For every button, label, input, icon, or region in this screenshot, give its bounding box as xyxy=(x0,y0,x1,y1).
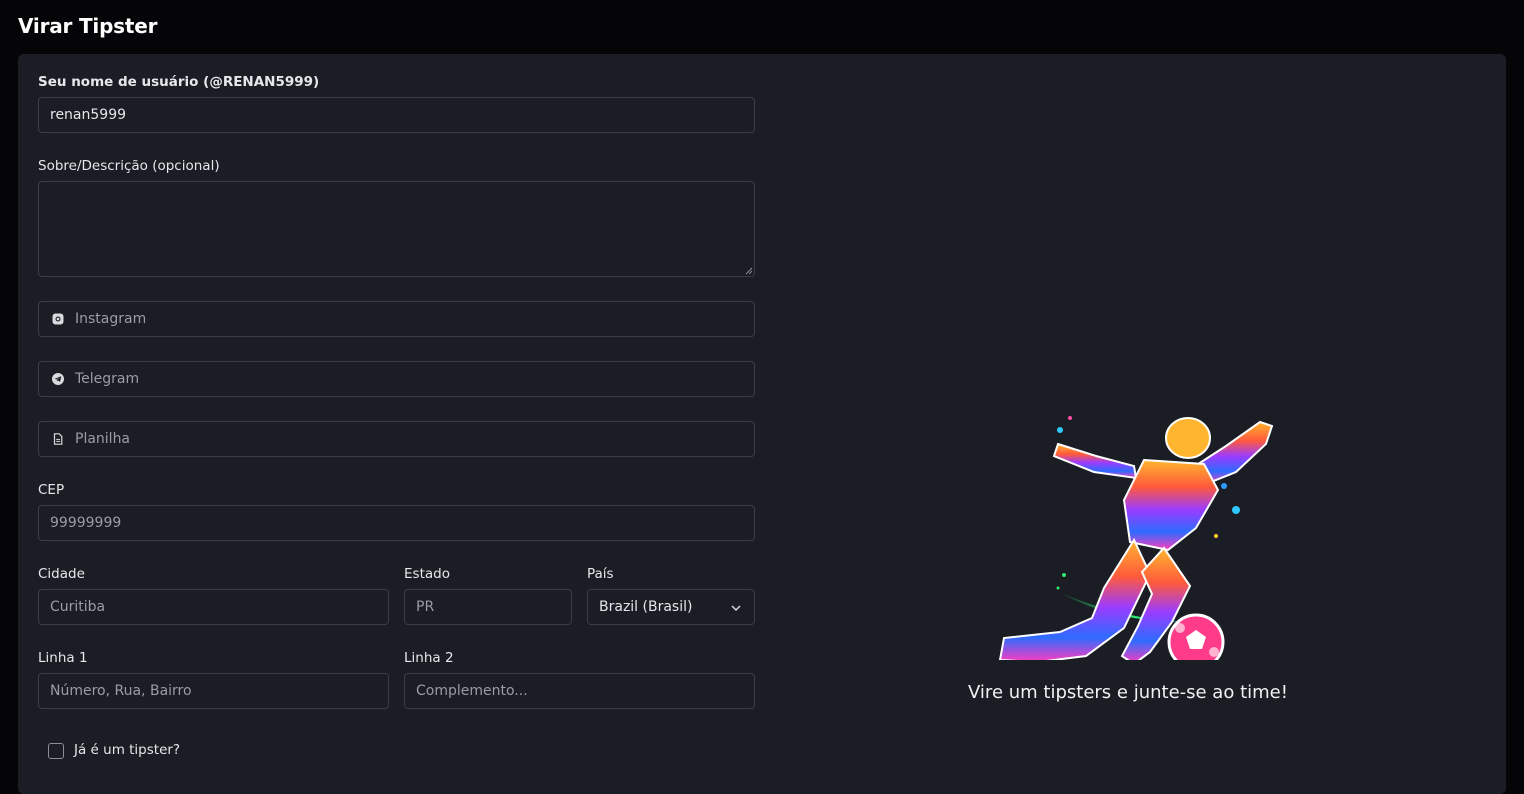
line2-label: Linha 2 xyxy=(404,650,454,666)
page-title: Virar Tipster xyxy=(18,14,158,38)
city-placeholder: Curitiba xyxy=(50,599,106,615)
description-textarea[interactable] xyxy=(38,181,755,277)
telegram-icon xyxy=(50,371,66,387)
spreadsheet-placeholder: Planilha xyxy=(75,431,131,447)
file-icon xyxy=(50,431,66,447)
spreadsheet-input[interactable]: Planilha xyxy=(38,421,755,457)
tipster-form-card: Seu nome de usuário (@RENAN5999) renan59… xyxy=(18,54,1506,794)
country-value: Brazil (Brasil) xyxy=(599,599,693,615)
instagram-input[interactable]: Instagram xyxy=(38,301,755,337)
telegram-input[interactable]: Telegram xyxy=(38,361,755,397)
line2-placeholder: Complemento... xyxy=(416,683,528,699)
state-input[interactable]: PR xyxy=(404,589,572,625)
cep-placeholder: 99999999 xyxy=(50,515,122,531)
country-select[interactable]: Brazil (Brasil) xyxy=(587,589,755,625)
state-label: Estado xyxy=(404,566,450,582)
cep-label: CEP xyxy=(38,482,65,498)
resize-grip-icon[interactable] xyxy=(745,267,753,275)
state-placeholder: PR xyxy=(416,599,435,615)
promo-tagline: Vire um tipsters e junte-se ao time! xyxy=(968,682,1288,703)
instagram-icon xyxy=(50,311,66,327)
instagram-placeholder: Instagram xyxy=(75,311,147,327)
line1-placeholder: Número, Rua, Bairro xyxy=(50,683,192,699)
chevron-down-icon xyxy=(731,605,741,612)
username-input[interactable]: renan5999 xyxy=(38,97,755,133)
telegram-placeholder: Telegram xyxy=(75,371,140,387)
already-tipster-checkbox[interactable] xyxy=(48,743,64,759)
line1-label: Linha 1 xyxy=(38,650,88,666)
cep-input[interactable]: 99999999 xyxy=(38,505,755,541)
already-tipster-label[interactable]: Já é um tipster? xyxy=(74,742,180,758)
description-label: Sobre/Descrição (opcional) xyxy=(38,158,220,174)
line2-input[interactable]: Complemento... xyxy=(404,673,755,709)
country-label: País xyxy=(587,566,614,582)
city-input[interactable]: Curitiba xyxy=(38,589,389,625)
soccer-player-illustration xyxy=(998,416,1274,660)
line1-input[interactable]: Número, Rua, Bairro xyxy=(38,673,389,709)
city-label: Cidade xyxy=(38,566,85,582)
username-label: Seu nome de usuário (@RENAN5999) xyxy=(38,74,320,90)
username-value: renan5999 xyxy=(50,107,127,123)
